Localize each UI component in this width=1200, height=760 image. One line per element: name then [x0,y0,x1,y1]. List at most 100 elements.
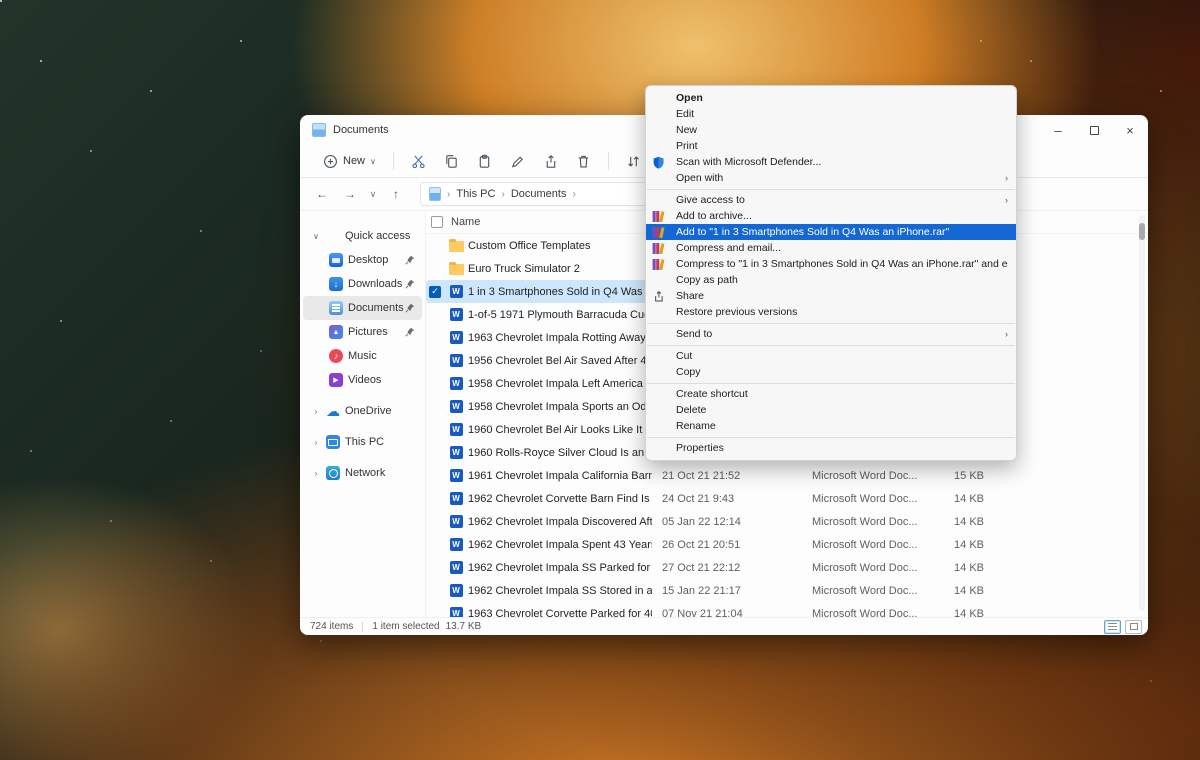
context-menu: Open EditNew Print Scan with Microsoft Defe… [645,85,1017,461]
file-name: 1956 Chevrolet Bel Air Saved After 40 Ye… [468,355,652,367]
select-all-checkbox[interactable] [431,216,443,228]
sidebar-item-quick-access[interactable]: ∨ Quick access [303,224,422,248]
menu-separator [647,383,1015,384]
context-menu-item-edit[interactable]: Edit [646,106,1016,122]
file-row[interactable]: W1962 Chevrolet Corvette Barn Find Is Be… [426,487,963,510]
name-column-header[interactable]: Name [451,216,480,228]
menu-item-label: Open [676,92,1008,104]
menu-item-label: Send to [676,328,1005,340]
documents-icon [329,301,343,315]
file-row[interactable]: W1962 Chevrolet Impala Discovered After … [426,510,963,533]
file-row[interactable]: W1962 Chevrolet Impala SS Parked for Ove… [426,556,963,579]
tree-chevron-icon[interactable]: ∨ [311,232,321,241]
delete-button[interactable] [569,149,598,174]
sidebar-item-desktop[interactable]: Desktop [303,248,422,272]
winrar-icon [652,210,665,223]
file-name: 1 in 3 Smartphones Sold in Q4 Was an iPh… [468,286,652,298]
context-menu-item-delete[interactable]: Delete [646,402,1016,418]
up-button[interactable]: ↑ [384,182,408,206]
new-button[interactable]: New ∨ [316,149,383,174]
details-view-button[interactable] [1104,620,1121,634]
menu-item-label: Add to "1 in 3 Smartphones Sold in Q4 Wa… [676,226,1008,238]
file-size: 14 KB [932,608,984,618]
file-row[interactable]: W1961 Chevrolet Impala California Barn F… [426,464,963,487]
icons-view-button[interactable] [1125,620,1142,634]
file-name: 1960 Rolls-Royce Silver Cloud Is an Amaz… [468,447,652,459]
pictures-icon [329,325,343,339]
file-size: 14 KB [932,562,984,574]
selection-count: 1 item selected [372,621,439,632]
file-name: 1958 Chevrolet Impala Sports an Odd Cust… [468,401,652,413]
copy-button[interactable] [437,149,466,174]
context-menu-item-give-access-to[interactable]: Give access to› [646,192,1016,208]
icons-view-icon [1130,623,1138,630]
minimize-button[interactable]: – [1040,115,1076,145]
context-menu-item-open-with[interactable]: Open with› [646,170,1016,186]
menu-separator [647,345,1015,346]
context-menu-item-add-to-archive[interactable]: Add to archive... [646,208,1016,224]
file-size: 14 KB [932,493,984,505]
share-button[interactable] [536,149,565,174]
context-menu-item-send-to[interactable]: Send to› [646,326,1016,342]
downloads-icon [329,277,343,291]
context-menu-item-compress-and-email[interactable]: Compress and email... [646,240,1016,256]
sidebar-item-label: Quick access [345,230,410,242]
breadcrumb-chevron-icon: › [572,189,575,200]
sidebar-item-music[interactable]: Music [303,344,422,368]
context-menu-item-rename[interactable]: Rename [646,418,1016,434]
pin-icon [405,303,415,313]
file-row[interactable]: W1962 Chevrolet Impala SS Stored in a Co… [426,579,963,602]
context-menu-item-scan-with-microsoft-defender[interactable]: Scan with Microsoft Defender... [646,154,1016,170]
back-button[interactable]: ← [310,182,334,206]
sidebar-item-videos[interactable]: Videos [303,368,422,392]
recent-locations-chevron-icon[interactable]: ∨ [366,182,380,206]
row-checkbox[interactable]: ✓ [429,286,441,298]
context-menu-item-copy[interactable]: Copy [646,364,1016,380]
tree-chevron-icon[interactable]: › [311,438,321,447]
context-menu-item-compress-to-1-in-3-smartphones-sold-in-q[interactable]: Compress to "1 in 3 Smartphones Sold in … [646,256,1016,272]
sidebar-item-this-pc[interactable]: ›This PC [303,430,422,454]
menu-item-label: Print [676,140,1008,152]
file-name: 1963 Chevrolet Impala Rotting Away on Pr… [468,332,652,344]
forward-button[interactable]: → [338,182,362,206]
maximize-button[interactable] [1076,115,1112,145]
context-menu-item-cut[interactable]: Cut [646,348,1016,364]
videos-icon [329,373,343,387]
context-menu-item-new[interactable]: New [646,122,1016,138]
file-type: Microsoft Word Doc... [812,562,928,574]
vertical-scrollbar[interactable] [1139,215,1145,611]
sidebar-item-documents[interactable]: Documents [303,296,422,320]
file-name: 1962 Chevrolet Impala SS Parked for Over… [468,562,652,574]
share-icon [543,154,558,169]
word-document-icon: W [448,377,464,391]
cut-button[interactable] [404,149,433,174]
breadcrumb-documents[interactable]: Documents [511,188,567,200]
context-menu-item-open[interactable]: Open [646,90,1016,106]
tree-chevron-icon[interactable]: › [311,407,321,416]
close-button[interactable]: × [1112,115,1148,145]
context-menu-item-print[interactable]: Print [646,138,1016,154]
menu-item-label: Scan with Microsoft Defender... [676,156,1008,168]
scrollbar-thumb[interactable] [1139,223,1145,240]
sidebar-item-downloads[interactable]: Downloads [303,272,422,296]
context-menu-item-properties[interactable]: Properties [646,440,1016,456]
context-menu-item-share[interactable]: Share [646,288,1016,304]
file-date-modified: 05 Jan 22 12:14 [656,516,808,528]
rename-button[interactable] [503,149,532,174]
tree-chevron-icon[interactable]: › [311,469,321,478]
context-menu-item-create-shortcut[interactable]: Create shortcut [646,386,1016,402]
context-menu-item-copy-as-path[interactable]: Copy as path [646,272,1016,288]
context-menu-item-restore-previous-versions[interactable]: Restore previous versions [646,304,1016,320]
menu-item-label: Give access to [676,194,1005,206]
menu-separator [647,437,1015,438]
sidebar-item-onedrive[interactable]: ›OneDrive [303,399,422,423]
sidebar-item-pictures[interactable]: Pictures [303,320,422,344]
sidebar-item-network[interactable]: ›Network [303,461,422,485]
paste-button[interactable] [470,149,499,174]
context-menu-item-add-to-1-in-3-smartphones-sold-in-q4-was[interactable]: Add to "1 in 3 Smartphones Sold in Q4 Wa… [646,224,1016,240]
file-row[interactable]: W1963 Chevrolet Corvette Parked for 40 Y… [426,602,963,617]
file-row[interactable]: W1962 Chevrolet Impala Spent 43 Years in… [426,533,963,556]
breadcrumb-this-pc[interactable]: This PC [456,188,495,200]
word-document-icon: W [448,446,464,460]
menu-item-label: Open with [676,172,1005,184]
